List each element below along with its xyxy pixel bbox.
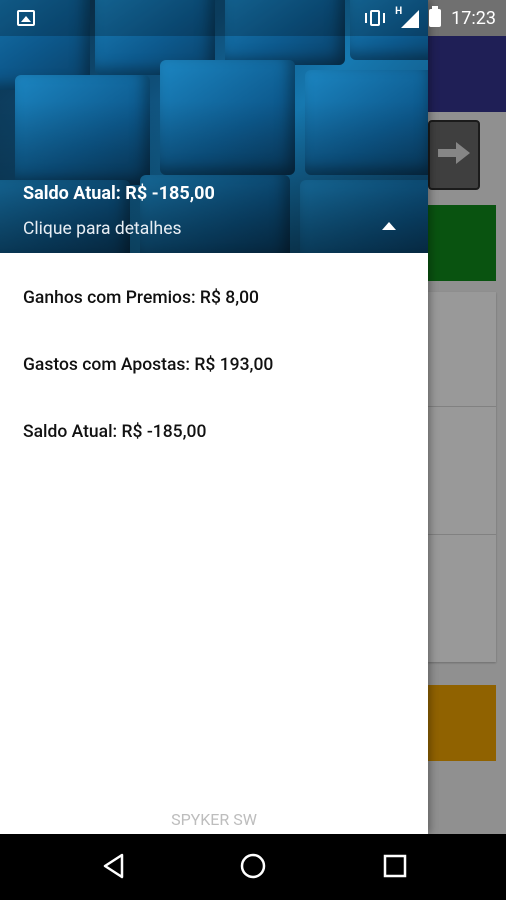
details-link[interactable]: Clique para detalhes	[23, 219, 182, 239]
signal-icon: H	[395, 6, 420, 28]
drawer-header[interactable]: Saldo Atual: R$ -185,00 Clique para deta…	[0, 0, 428, 253]
battery-icon	[429, 6, 442, 27]
status-bar: H 17:23	[0, 0, 506, 36]
footer-brand: SPYKER SW	[171, 810, 257, 829]
header-shade	[0, 0, 428, 253]
status-icons: H 17:23	[365, 6, 496, 29]
menu-item-current-balance[interactable]: Saldo Atual: R$ -185,00	[23, 422, 206, 442]
status-clock: 17:23	[451, 7, 496, 29]
navigation-drawer: Saldo Atual: R$ -185,00 Clique para deta…	[0, 0, 428, 834]
recents-icon[interactable]	[381, 852, 409, 880]
home-icon[interactable]	[239, 852, 267, 880]
balance-title: Saldo Atual: R$ -185,00	[23, 183, 215, 204]
menu-item-prize-earnings[interactable]: Ganhos com Premios: R$ 8,00	[23, 288, 259, 308]
system-nav-bar	[0, 834, 506, 900]
back-icon[interactable]	[100, 852, 128, 880]
vibrate-icon	[365, 9, 386, 27]
signal-type-label: H	[395, 6, 403, 17]
caret-up-icon[interactable]	[382, 222, 396, 230]
menu-item-bet-expenses[interactable]: Gastos com Apostas: R$ 193,00	[23, 355, 273, 375]
image-icon	[17, 10, 35, 26]
